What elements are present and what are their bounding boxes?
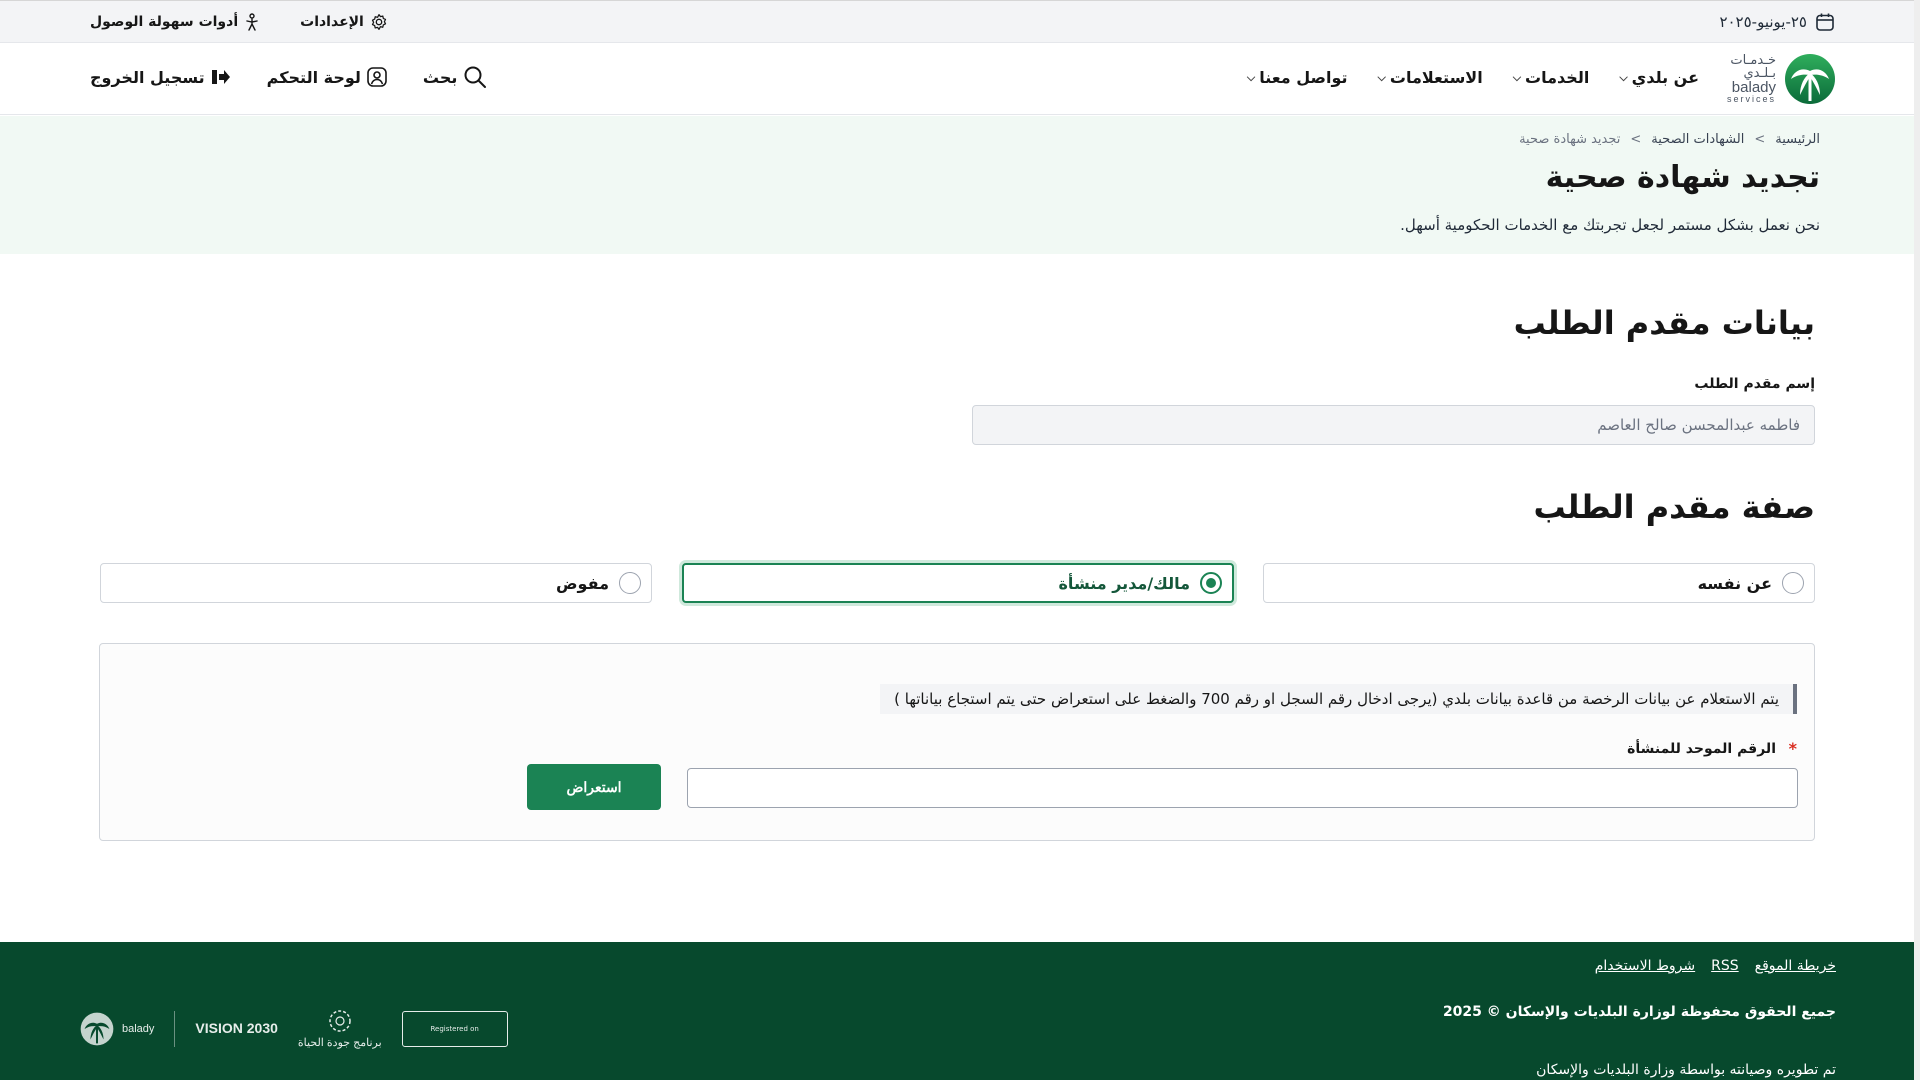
utility-links: الإعدادات أدوات سهولة الوصول bbox=[90, 13, 388, 31]
accessibility-link[interactable]: أدوات سهولة الوصول bbox=[90, 13, 260, 31]
search-label: بحث bbox=[422, 67, 458, 87]
search-icon bbox=[464, 66, 487, 88]
page-hero: الرئيسية > الشهادات الصحية > تجديد شهادة… bbox=[0, 116, 1920, 254]
radio-button[interactable] bbox=[619, 572, 641, 594]
breadcrumb-current: تجديد شهادة صحية bbox=[1519, 132, 1621, 147]
dga-registration-badge[interactable]: Registered on bbox=[401, 1010, 508, 1047]
nav-label: تواصل معنا bbox=[1259, 68, 1348, 87]
utility-bar: ٢٥-يونيو-٢٠٢٥ الإعدادات أدوات سهولة الوص… bbox=[0, 0, 1920, 43]
chevron-down-icon: ⌵ bbox=[1619, 70, 1628, 84]
logout-button[interactable]: تسجيل الخروج bbox=[90, 65, 231, 89]
capacity-option-label: عن نفسه bbox=[1697, 573, 1772, 593]
logo-wordmark: خـدمـات بـلـدي balady services bbox=[1727, 54, 1776, 104]
site-footer: خريطة الموقع RSS شروط الاستخدام جميع الح… bbox=[0, 942, 1920, 1080]
applicant-section-title: بيانات مقدم الطلب bbox=[1513, 304, 1815, 342]
search-button[interactable]: بحث bbox=[423, 65, 487, 89]
palm-logo-icon bbox=[80, 1012, 114, 1045]
quality-of-life-text: برنامج جودة الحياة bbox=[297, 1037, 382, 1050]
footer-balady-wordmark: balady bbox=[122, 1022, 155, 1035]
gear-icon bbox=[371, 13, 386, 31]
breadcrumb-home[interactable]: الرئيسية bbox=[1775, 132, 1820, 147]
footer-link-rss[interactable]: RSS bbox=[1711, 958, 1739, 974]
palm-logo-icon bbox=[1785, 54, 1835, 104]
quality-of-life-icon bbox=[329, 1010, 351, 1032]
capacity-option-owner-manager[interactable]: مالك/مدير منشأة bbox=[682, 563, 1234, 603]
nav-contact-us[interactable]: تواصل معنا ⌵ bbox=[1247, 68, 1348, 87]
capacity-option-delegate[interactable]: مفوض bbox=[100, 563, 652, 603]
breadcrumb-separator: > bbox=[1630, 132, 1642, 147]
user-icon bbox=[367, 67, 387, 87]
unified-number-input[interactable] bbox=[687, 768, 1798, 808]
dga-badge-text: Registered on bbox=[430, 1024, 479, 1033]
capacity-option-self[interactable]: عن نفسه bbox=[1263, 563, 1815, 603]
page-title: تجديد شهادة صحية bbox=[1545, 160, 1820, 195]
partner-divider bbox=[174, 1010, 176, 1047]
page-subtitle: نحن نعمل بشكل مستمر لجعل تجربتك مع الخدم… bbox=[1400, 216, 1820, 234]
chevron-down-icon: ⌵ bbox=[1512, 70, 1522, 84]
capacity-section-title: صفة مقدم الطلب bbox=[1533, 488, 1815, 526]
logout-label: تسجيل الخروج bbox=[90, 67, 205, 87]
quality-of-life-logo: برنامج جودة الحياة bbox=[298, 1008, 382, 1049]
footer-link-terms[interactable]: شروط الاستخدام bbox=[1595, 958, 1695, 974]
chevron-down-icon: ⌵ bbox=[1246, 70, 1256, 84]
nav-label: الاستعلامات bbox=[1389, 68, 1483, 87]
required-mark: * bbox=[1788, 739, 1797, 758]
view-button[interactable]: استعراض bbox=[527, 764, 661, 810]
chevron-down-icon: ⌵ bbox=[1377, 70, 1386, 84]
establishment-lookup-panel: يتم الاستعلام عن بيانات الرخصة من قاعدة … bbox=[99, 643, 1815, 841]
date-display: ٢٥-يونيو-٢٠٢٥ bbox=[1719, 12, 1835, 32]
footer-balady-logo: balady bbox=[80, 1012, 154, 1046]
accessibility-icon bbox=[246, 13, 258, 31]
header-actions: بحث لوحة التحكم تسجيل الخروج bbox=[90, 65, 487, 89]
nav-about-balady[interactable]: عن بلدي ⌵ bbox=[1619, 68, 1699, 87]
main-header: خـدمـات بـلـدي balady services عن بلدي ⌵ … bbox=[0, 43, 1920, 115]
partner-logos: Registered on برنامج جودة الحياة VISION … bbox=[80, 1008, 508, 1049]
footer-links: خريطة الموقع RSS شروط الاستخدام bbox=[1595, 958, 1836, 974]
vision-2030-logo: VISION 2030 bbox=[195, 1019, 278, 1036]
balady-logo[interactable]: خـدمـات بـلـدي balady services bbox=[1727, 53, 1836, 105]
radio-button-selected[interactable] bbox=[1200, 572, 1222, 594]
lookup-notice: يتم الاستعلام عن بيانات الرخصة من قاعدة … bbox=[880, 684, 1797, 714]
footer-copyright: جميع الحقوق محفوظة لوزارة البلديات والإس… bbox=[1442, 1004, 1836, 1020]
logout-icon bbox=[211, 70, 230, 84]
dashboard-label: لوحة التحكم bbox=[266, 67, 361, 87]
breadcrumb-separator: > bbox=[1754, 132, 1766, 147]
capacity-option-label: مالك/مدير منشأة bbox=[1058, 573, 1190, 593]
logo-en-sub: services bbox=[1726, 94, 1776, 104]
dashboard-button[interactable]: لوحة التحكم bbox=[267, 65, 387, 89]
unified-number-label: الرقم الموحد للمنشأة bbox=[1627, 741, 1776, 757]
breadcrumb: الرئيسية > الشهادات الصحية > تجديد شهادة… bbox=[1519, 132, 1820, 147]
applicant-name-label: إسم مقدم الطلب bbox=[1694, 376, 1815, 392]
radio-button[interactable] bbox=[1782, 572, 1804, 594]
accessibility-label: أدوات سهولة الوصول bbox=[90, 14, 239, 30]
nav-inquiries[interactable]: الاستعلامات ⌵ bbox=[1378, 68, 1483, 87]
date-text: ٢٥-يونيو-٢٠٢٥ bbox=[1719, 13, 1807, 31]
settings-link[interactable]: الإعدادات bbox=[300, 13, 388, 31]
page-scrollbar[interactable] bbox=[1914, 0, 1920, 1080]
nav-label: الخدمات bbox=[1525, 68, 1590, 87]
footer-developed-by: تم تطويره وصيانته بواسطة وزارة البلديات … bbox=[1536, 1062, 1836, 1078]
logo-en-main: balady bbox=[1731, 79, 1776, 96]
footer-link-sitemap[interactable]: خريطة الموقع bbox=[1755, 958, 1836, 974]
main-nav: عن بلدي ⌵ الخدمات ⌵ الاستعلامات ⌵ تواصل معن… bbox=[1247, 68, 1699, 87]
capacity-option-label: مفوض bbox=[556, 573, 609, 593]
nav-services[interactable]: الخدمات ⌵ bbox=[1513, 68, 1590, 87]
settings-label: الإعدادات bbox=[300, 14, 364, 30]
calendar-icon bbox=[1816, 13, 1834, 31]
applicant-name-field: فاطمه عبدالمحسن صالح العاصم bbox=[972, 405, 1815, 445]
breadcrumb-health-certificates[interactable]: الشهادات الصحية bbox=[1651, 132, 1744, 147]
nav-label: عن بلدي bbox=[1631, 68, 1699, 87]
